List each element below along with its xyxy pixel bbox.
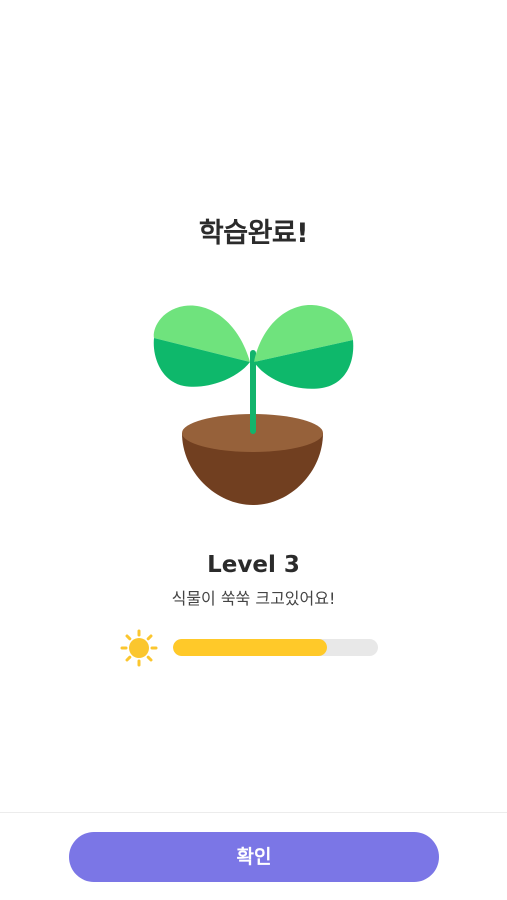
page-title: 학습완료! (198, 218, 309, 249)
growth-progress-fill (173, 639, 327, 656)
growth-progress-bar (173, 639, 378, 656)
sprout-plant-illustration (153, 304, 354, 505)
right-leaf (254, 304, 354, 389)
learning-complete-screen: 학습완료! Level 3 식물이 쑥쑥 크고있어요! 확인 (0, 0, 507, 900)
bottom-divider (0, 812, 507, 813)
growth-message: 식물이 쑥쑥 크고있어요! (171, 589, 336, 608)
left-leaf (153, 305, 250, 387)
confirm-button[interactable]: 확인 (69, 832, 439, 882)
level-label: Level 3 (207, 552, 300, 578)
sun-icon (120, 629, 158, 667)
